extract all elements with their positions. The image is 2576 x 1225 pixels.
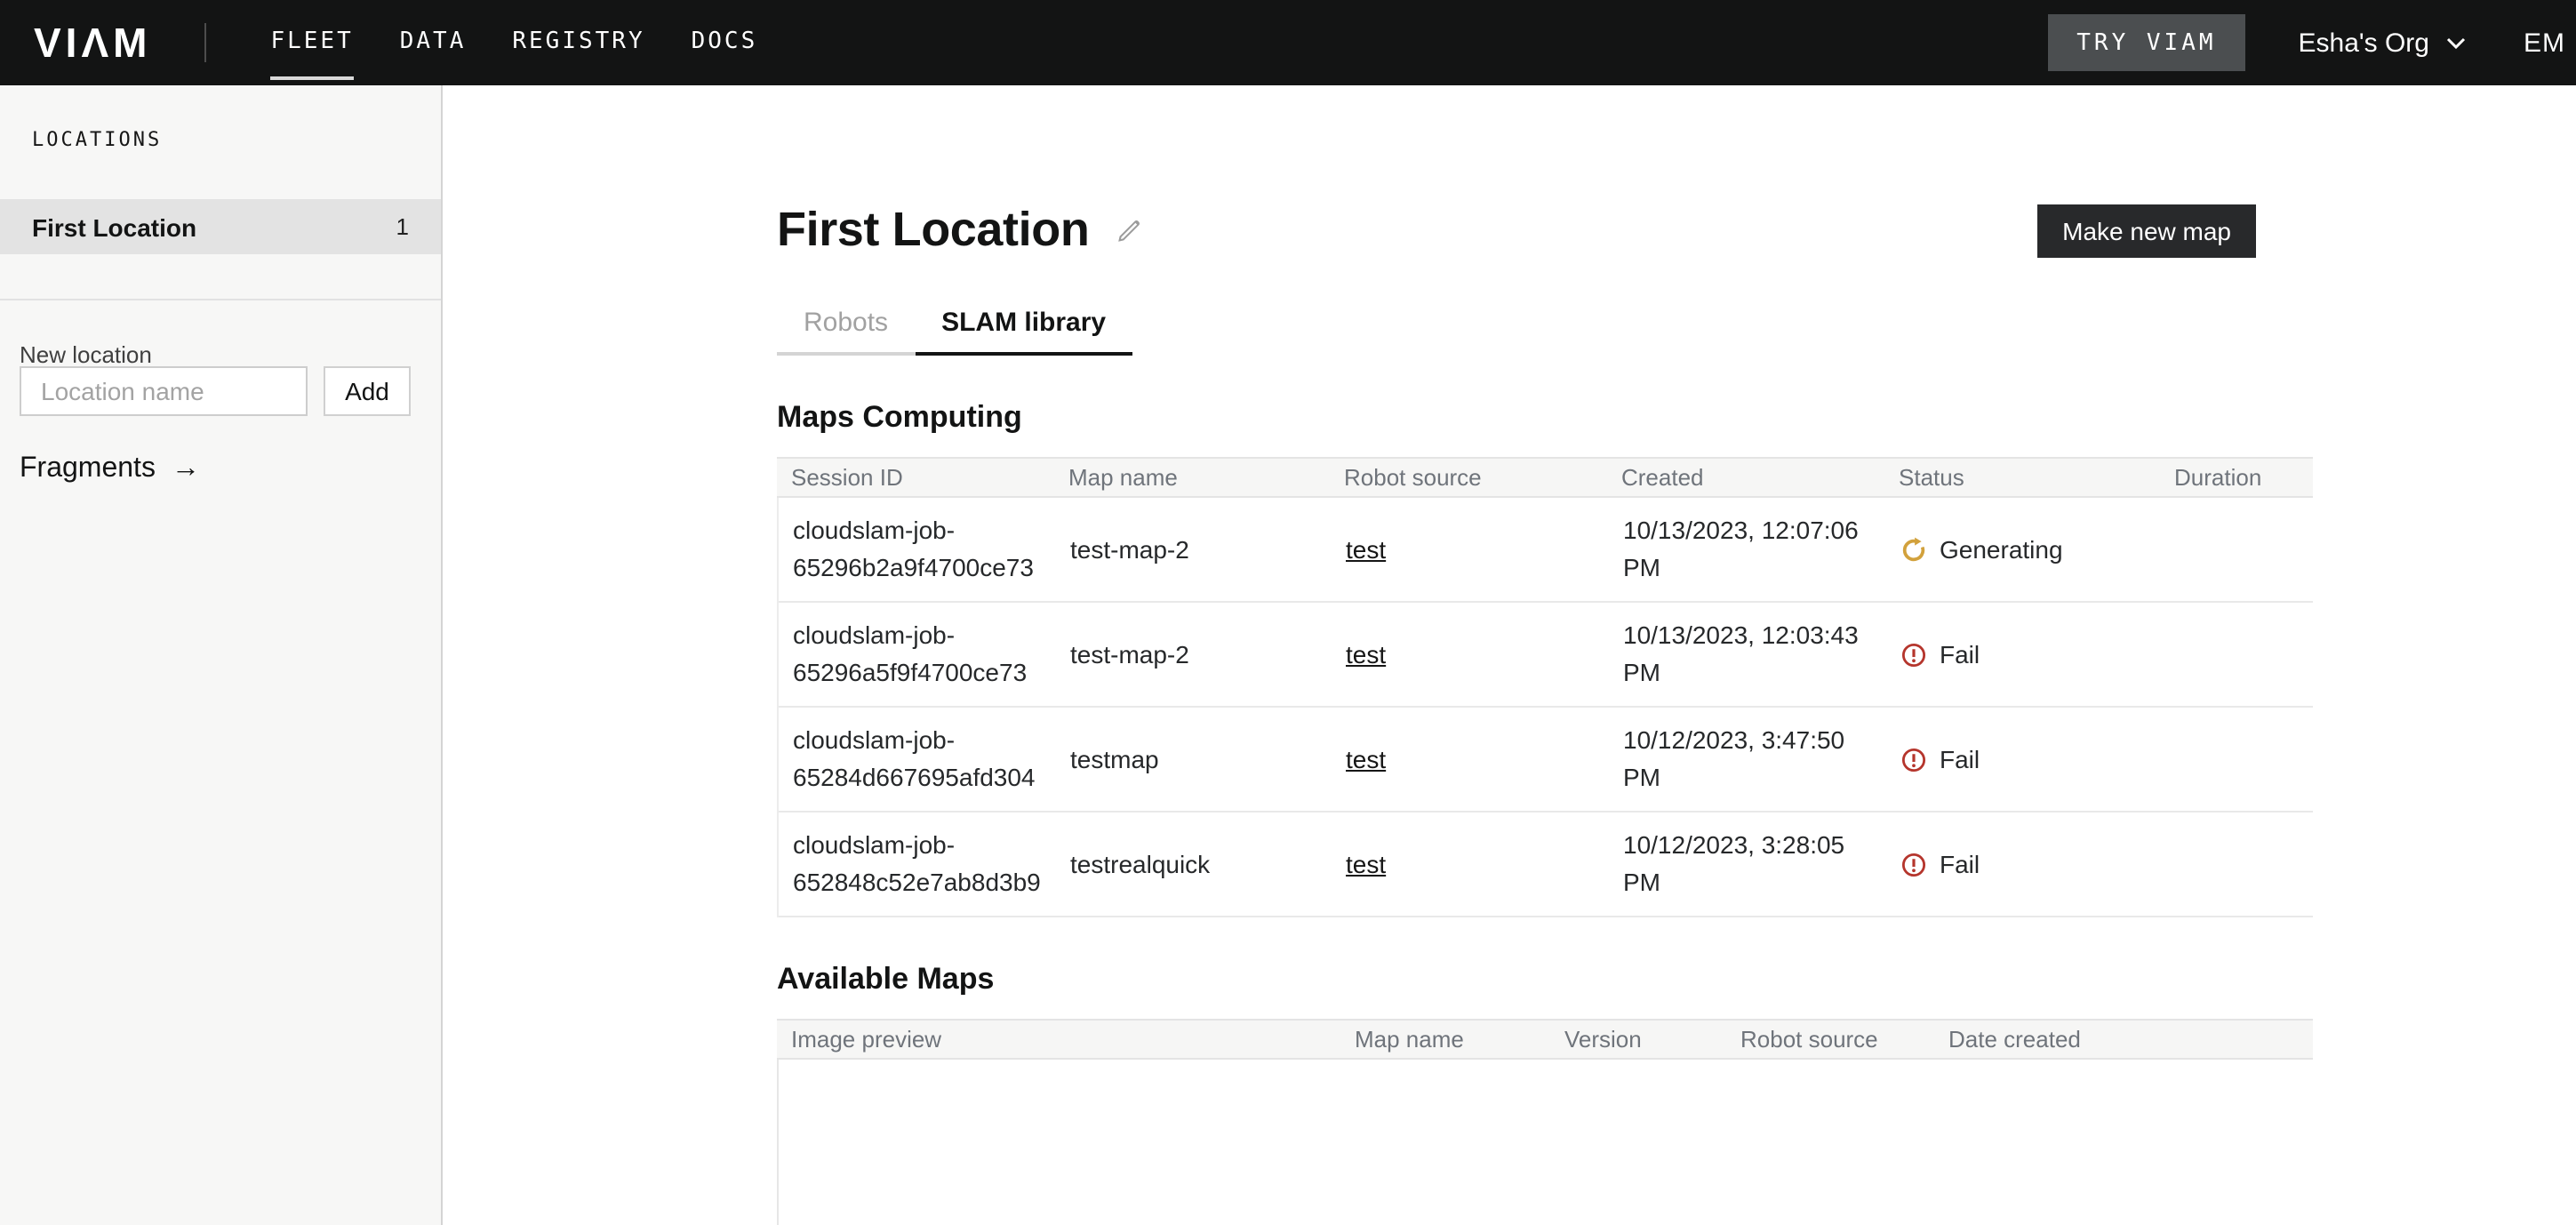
- title-row: First Location Make new map: [777, 203, 2313, 258]
- column-header-created: Created: [1607, 464, 1884, 491]
- chevron-down-icon: [2445, 36, 2465, 49]
- top-nav: VIΛM FLEET DATA REGISTRY DOCS TRY VIAM E…: [0, 0, 2576, 85]
- robot-source-cell: test: [1332, 531, 1609, 568]
- session-id-cell: cloudslam-job-652848c52e7ab8d3b9: [779, 827, 1056, 901]
- nav-item-docs[interactable]: DOCS: [692, 0, 758, 85]
- column-header-image-preview: Image preview: [777, 1026, 1340, 1053]
- status-cell: Generating: [1886, 531, 2162, 568]
- column-header-session-id: Session ID: [777, 464, 1054, 491]
- created-cell: 10/12/2023, 3:47:50 PM: [1609, 722, 1886, 797]
- session-id-cell: cloudslam-job-65296a5f9f4700ce73: [779, 617, 1056, 692]
- locations-sidebar: LOCATIONS First Location 1 New location …: [0, 85, 443, 1225]
- status-label: Fail: [1940, 845, 1980, 883]
- map-name-cell: testrealquick: [1056, 845, 1332, 883]
- fragments-label: Fragments: [20, 453, 156, 485]
- created-cell: 10/12/2023, 3:28:05 PM: [1609, 827, 1886, 901]
- location-name-input[interactable]: [20, 366, 308, 416]
- robot-source-link[interactable]: test: [1346, 849, 1386, 877]
- nav-divider: [204, 23, 206, 62]
- org-name: Esha's Org: [2299, 28, 2429, 58]
- column-header-status: Status: [1884, 464, 2160, 491]
- created-cell: 10/13/2023, 12:03:43 PM: [1609, 617, 1886, 692]
- make-new-map-button[interactable]: Make new map: [2037, 204, 2256, 257]
- map-name-cell: test-map-2: [1056, 531, 1332, 568]
- robot-source-cell: test: [1332, 845, 1609, 883]
- nav-right: TRY VIAM Esha's Org EM: [2048, 14, 2576, 71]
- table-row: cloudslam-job-65296a5f9f4700ce73 test-ma…: [779, 603, 2313, 708]
- location-robot-count: 1: [396, 213, 409, 240]
- viam-app: VIΛM FLEET DATA REGISTRY DOCS TRY VIAM E…: [0, 0, 2576, 1225]
- new-location-form: Add: [20, 366, 411, 416]
- status-cell: Fail: [1886, 636, 2162, 673]
- page-title: First Location: [777, 203, 1089, 258]
- edit-location-name-button[interactable]: [1114, 216, 1142, 244]
- pencil-icon: [1114, 223, 1142, 250]
- available-maps-body: [777, 1060, 2313, 1225]
- user-avatar[interactable]: EM: [2524, 28, 2565, 58]
- maps-computing-table: Session ID Map name Robot source Created…: [777, 457, 2313, 917]
- available-maps-table: Image preview Map name Version Robot sou…: [777, 1019, 2313, 1225]
- map-name-cell: test-map-2: [1056, 636, 1332, 673]
- robot-source-cell: test: [1332, 636, 1609, 673]
- column-header-version: Version: [1550, 1026, 1726, 1053]
- status-cell: Fail: [1886, 845, 2162, 883]
- nav-item-data[interactable]: DATA: [400, 0, 467, 85]
- column-header-duration: Duration: [2160, 464, 2313, 491]
- try-viam-button[interactable]: TRY VIAM: [2048, 14, 2244, 71]
- session-id-cell: cloudslam-job-65296b2a9f4700ce73: [779, 512, 1056, 587]
- sidebar-divider: [0, 299, 441, 300]
- table-row: cloudslam-job-65284d667695afd304 testmap…: [779, 708, 2313, 813]
- locations-heading: LOCATIONS: [32, 128, 162, 151]
- robot-source-cell: test: [1332, 741, 1609, 778]
- column-header-map-name: Map name: [1340, 1026, 1550, 1053]
- arrow-right-icon: →: [172, 453, 200, 485]
- robot-source-link[interactable]: test: [1346, 534, 1386, 563]
- tab-robots[interactable]: Robots: [777, 308, 915, 356]
- table-row: cloudslam-job-65296b2a9f4700ce73 test-ma…: [779, 498, 2313, 603]
- nav-item-registry[interactable]: REGISTRY: [512, 0, 644, 85]
- session-id-cell: cloudslam-job-65284d667695afd304: [779, 722, 1056, 797]
- status-cell: Fail: [1886, 741, 2162, 778]
- viam-logo[interactable]: VIΛM: [34, 19, 151, 67]
- map-name-cell: testmap: [1056, 741, 1332, 778]
- maps-computing-header: Session ID Map name Robot source Created…: [777, 457, 2313, 498]
- error-circle-icon: [1900, 641, 1927, 668]
- robot-source-link[interactable]: test: [1346, 639, 1386, 668]
- maps-computing-heading: Maps Computing: [777, 400, 2313, 436]
- fragments-link[interactable]: Fragments →: [20, 453, 200, 485]
- nav-links: FLEET DATA REGISTRY DOCS: [270, 0, 757, 85]
- add-location-button[interactable]: Add: [324, 366, 411, 416]
- nav-item-fleet[interactable]: FLEET: [270, 0, 353, 85]
- sidebar-item-first-location[interactable]: First Location 1: [0, 199, 441, 254]
- status-label: Fail: [1940, 636, 1980, 673]
- status-label: Generating: [1940, 531, 2063, 568]
- column-header-robot-source: Robot source: [1330, 464, 1607, 491]
- org-selector[interactable]: Esha's Org: [2299, 28, 2465, 58]
- robot-source-link[interactable]: test: [1346, 744, 1386, 773]
- tab-slam-library[interactable]: SLAM library: [915, 308, 1132, 356]
- location-tabs: Robots SLAM library: [777, 308, 2313, 356]
- available-maps-heading: Available Maps: [777, 962, 2313, 997]
- new-location-label: New location: [20, 341, 152, 368]
- column-header-map-name: Map name: [1054, 464, 1330, 491]
- refresh-icon: [1900, 536, 1927, 563]
- error-circle-icon: [1900, 746, 1927, 773]
- maps-computing-body: cloudslam-job-65296b2a9f4700ce73 test-ma…: [777, 498, 2313, 917]
- column-header-date-created: Date created: [1934, 1026, 2313, 1053]
- created-cell: 10/13/2023, 12:07:06 PM: [1609, 512, 1886, 587]
- status-label: Fail: [1940, 741, 1980, 778]
- table-row: cloudslam-job-652848c52e7ab8d3b9 testrea…: [779, 813, 2313, 917]
- error-circle-icon: [1900, 851, 1927, 877]
- main-content: First Location Make new map Robots SLAM …: [443, 85, 2576, 1225]
- location-name: First Location: [32, 212, 196, 241]
- available-maps-header: Image preview Map name Version Robot sou…: [777, 1019, 2313, 1060]
- column-header-robot-source: Robot source: [1726, 1026, 1934, 1053]
